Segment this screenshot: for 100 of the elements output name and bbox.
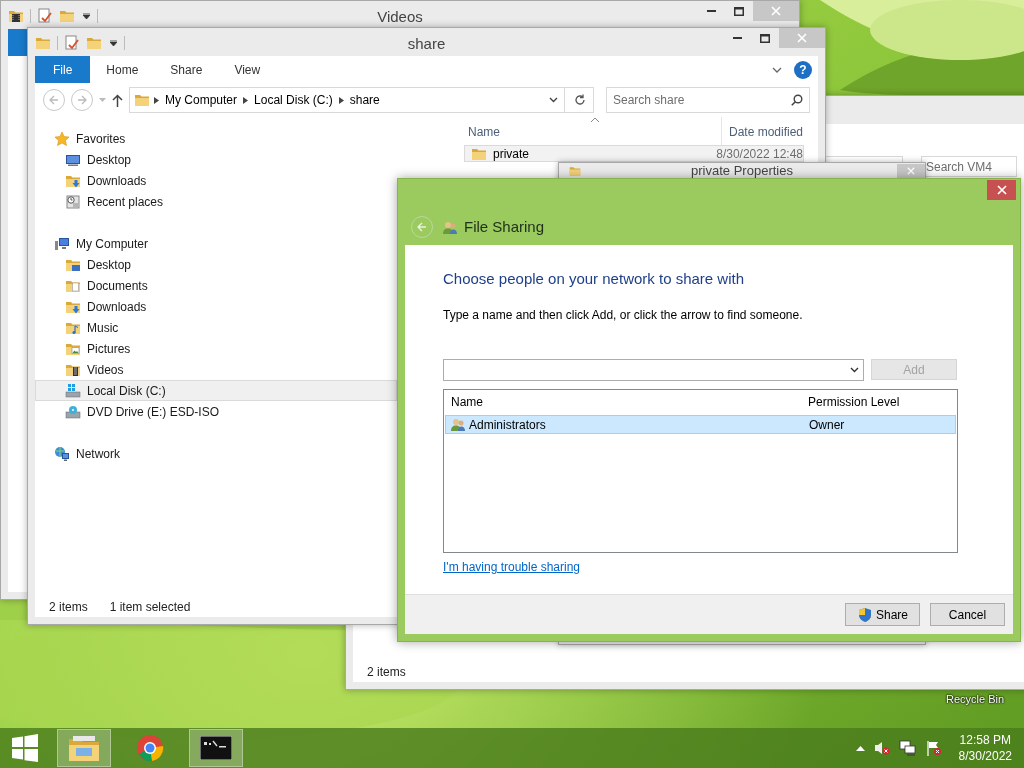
nav-item[interactable]: Downloads [35, 296, 397, 317]
dialog-title: private Properties [691, 164, 793, 178]
folder-icon [59, 8, 75, 24]
speaker-muted-icon [873, 740, 890, 756]
nav-item[interactable]: Desktop [35, 254, 397, 275]
chevron-right-icon [243, 96, 249, 104]
refresh-icon [574, 94, 586, 106]
clock-time: 12:58 PM [959, 732, 1011, 748]
ribbon-tab[interactable]: Share [154, 56, 219, 83]
minimize-icon [706, 10, 716, 12]
clock-date: 8/30/2022 [958, 748, 1012, 764]
user-row[interactable]: Administrators Owner [445, 415, 956, 434]
folder-icon [67, 733, 101, 763]
browser-icon [135, 733, 165, 763]
column-header[interactable]: Date modified [729, 123, 804, 141]
arrow-left-icon [49, 95, 59, 105]
folder-icon [134, 92, 150, 108]
users-icon [450, 416, 466, 433]
maximize-icon [734, 6, 744, 16]
close-button[interactable] [897, 163, 925, 179]
chevron-up-icon [855, 745, 865, 751]
dialog-heading: Choose people on your network to share with [443, 269, 745, 289]
drive-icon [65, 382, 81, 399]
nav-item[interactable]: My Computer [35, 233, 397, 254]
status-text: 2 items [367, 664, 406, 681]
window-title: Videos [377, 7, 423, 27]
nav-item[interactable]: Network [35, 443, 397, 464]
chevron-right-icon [338, 96, 344, 104]
shield-icon [857, 606, 873, 623]
sort-caret-icon [590, 117, 599, 122]
flag-icon [925, 740, 942, 756]
user-name: Administrators [469, 416, 546, 434]
file-name: private [493, 145, 530, 163]
arrow-right-icon [77, 95, 87, 105]
caret-down-icon [99, 98, 106, 102]
chevron-down-icon [850, 367, 859, 373]
dialog-title: File Sharing [464, 216, 545, 237]
desktop-icon-label: Recycle Bin [946, 692, 1005, 707]
document-clock-icon [65, 193, 81, 210]
dialog-button[interactable]: Share [845, 603, 920, 626]
help-link[interactable]: I'm having trouble sharing [443, 559, 581, 575]
chevron-down-icon [549, 97, 558, 103]
nav-item[interactable]: Favorites [35, 128, 397, 149]
close-icon [996, 185, 1007, 195]
minimize-icon [732, 37, 742, 39]
chevron-right-icon [154, 96, 159, 104]
nav-item[interactable]: Recent places [35, 191, 397, 212]
status-text: 2 items [49, 599, 88, 616]
column-header[interactable]: Name [451, 393, 483, 411]
column-header[interactable]: Permission Level [808, 393, 900, 411]
nav-item[interactable]: DVD Drive (E:) ESD-ISO [35, 401, 397, 422]
file-date: 8/30/2022 12:48 [716, 145, 803, 163]
permission-level: Owner [809, 416, 845, 434]
maximize-icon [760, 33, 770, 43]
search-field[interactable]: Search VM4 [921, 156, 1017, 177]
breadcrumb-item[interactable]: Local Disk (C:) [252, 91, 335, 109]
arrow-left-icon [417, 222, 427, 232]
folder-icon [35, 35, 51, 51]
document-check-icon [37, 8, 53, 24]
film-folder-icon [8, 8, 24, 24]
taskbar-button[interactable] [189, 729, 243, 767]
close-icon [907, 167, 915, 175]
search-field[interactable]: Search share [606, 87, 810, 113]
column-header[interactable]: Name [468, 123, 500, 141]
search-icon [791, 94, 803, 106]
nav-item[interactable]: Desktop [35, 149, 397, 170]
document-check-icon [64, 35, 80, 51]
caret-down-icon [82, 13, 90, 19]
nav-item[interactable]: Downloads [35, 170, 397, 191]
ribbon-tab[interactable]: View [218, 56, 277, 83]
status-text: 1 item selected [109, 599, 191, 616]
arrow-up-icon [112, 93, 123, 107]
nav-item[interactable]: Videos [35, 359, 397, 380]
folder-icon [86, 35, 102, 51]
chevron-down-icon [772, 66, 782, 73]
close-button[interactable] [987, 180, 1016, 200]
nav-item[interactable]: Documents [35, 275, 397, 296]
breadcrumb-item[interactable]: share [347, 91, 382, 109]
caret-down-icon [109, 40, 117, 46]
disc-drive-icon [65, 403, 81, 420]
dialog-button[interactable]: Cancel [930, 603, 1005, 626]
windows-logo-icon [11, 734, 39, 762]
file-row[interactable]: private 8/30/2022 12:48 [464, 145, 804, 162]
nav-item[interactable]: Music [35, 317, 397, 338]
ribbon-tab[interactable]: Home [90, 56, 155, 83]
folder-icon [569, 165, 581, 177]
terminal-icon [200, 736, 232, 760]
network-icon [54, 445, 70, 462]
breadcrumb-item[interactable]: My Computer [163, 91, 240, 109]
close-icon [771, 6, 781, 16]
name-combo-box[interactable] [443, 359, 864, 381]
computer-icon [54, 235, 70, 252]
help-button[interactable]: ? [794, 60, 812, 79]
nav-item[interactable]: Pictures [35, 338, 397, 359]
window-title: share [407, 34, 446, 54]
address-bar[interactable]: My Computer Local Disk (C:) share [129, 87, 594, 113]
nav-item[interactable]: Local Disk (C:) [35, 380, 397, 401]
users-icon [442, 219, 458, 236]
network-icon [898, 740, 917, 756]
ribbon-tab[interactable]: File [35, 56, 91, 83]
